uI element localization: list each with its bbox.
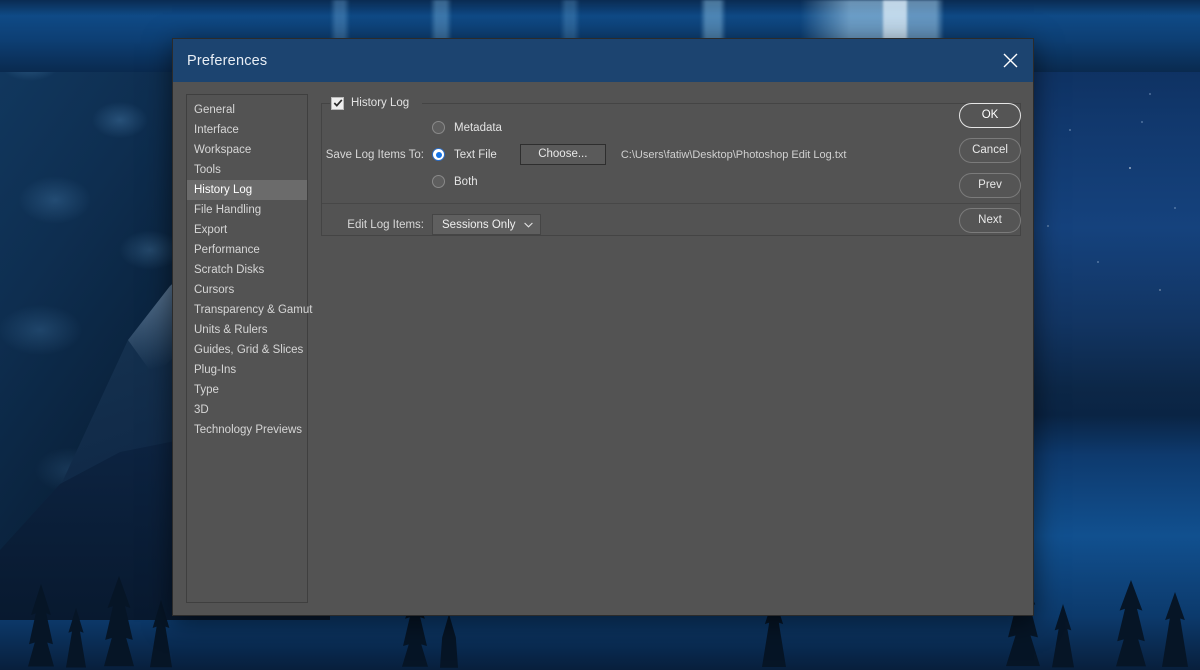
sidebar-item-export[interactable]: Export (187, 220, 307, 240)
sidebar-item-scratch-disks[interactable]: Scratch Disks (187, 260, 307, 280)
prev-button[interactable]: Prev (959, 173, 1021, 198)
dialog-button-column: OK Cancel Prev Next (959, 103, 1021, 233)
sidebar-item-file-handling[interactable]: File Handling (187, 200, 307, 220)
close-icon[interactable] (987, 39, 1033, 82)
edit-log-items-row: Edit Log Items: Sessions Only (322, 214, 541, 235)
sidebar-item-guides-grid-slices[interactable]: Guides, Grid & Slices (187, 340, 307, 360)
log-file-path: C:\Users\fatiw\Desktop\Photoshop Edit Lo… (620, 148, 847, 161)
cancel-button[interactable]: Cancel (959, 138, 1021, 163)
dialog-body: General Interface Workspace Tools Histor… (173, 82, 1033, 615)
sidebar-item-general[interactable]: General (187, 100, 307, 120)
history-log-groupbox: History Log Metadata Save Log Items To: (321, 94, 1021, 236)
sidebar-item-type[interactable]: Type (187, 380, 307, 400)
dialog-titlebar: Preferences (173, 39, 1033, 82)
settings-panel: History Log Metadata Save Log Items To: (308, 94, 1021, 603)
sidebar-item-transparency-gamut[interactable]: Transparency & Gamut (187, 300, 312, 320)
sidebar-item-tools[interactable]: Tools (187, 160, 307, 180)
choose-button[interactable]: Choose... (519, 144, 606, 165)
preferences-dialog: Preferences General Interface Workspace … (172, 38, 1034, 616)
sidebar-item-plug-ins[interactable]: Plug-Ins (187, 360, 307, 380)
chevron-down-icon (523, 222, 533, 228)
radio-row-metadata: Metadata (322, 114, 1020, 141)
save-log-items-label: Save Log Items To: (325, 148, 424, 161)
sidebar-item-workspace[interactable]: Workspace (187, 140, 307, 160)
category-list[interactable]: General Interface Workspace Tools Histor… (186, 94, 312, 603)
dialog-title: Preferences (187, 52, 268, 69)
save-log-items-group: Metadata Save Log Items To: Text File Ch… (322, 114, 1020, 195)
radio-metadata-label: Metadata (454, 121, 502, 134)
radio-row-both: Both (322, 168, 1020, 195)
edit-log-items-select[interactable]: Sessions Only (432, 214, 541, 235)
radio-both[interactable] (432, 175, 445, 188)
sidebar-item-3d[interactable]: 3D (187, 400, 307, 420)
edit-log-items-label: Edit Log Items: (347, 218, 424, 231)
ok-button[interactable]: OK (959, 103, 1021, 128)
radio-row-text-file: Save Log Items To: Text File Choose... C… (322, 141, 1020, 168)
edit-log-items-value: Sessions Only (442, 218, 516, 231)
radio-text-file-label: Text File (454, 148, 497, 161)
sidebar-item-interface[interactable]: Interface (187, 120, 307, 140)
desktop-wallpaper: Preferences General Interface Workspace … (0, 0, 1200, 670)
history-log-content: Metadata Save Log Items To: Text File Ch… (322, 103, 1020, 235)
sidebar-item-units-rulers[interactable]: Units & Rulers (187, 320, 307, 340)
sidebar-item-cursors[interactable]: Cursors (187, 280, 307, 300)
sidebar-item-history-log[interactable]: History Log (187, 180, 307, 200)
section-divider (322, 203, 1020, 204)
sidebar-item-performance[interactable]: Performance (187, 240, 307, 260)
radio-both-label: Both (454, 175, 478, 188)
next-button[interactable]: Next (959, 208, 1021, 233)
radio-metadata[interactable] (432, 121, 445, 134)
sidebar-item-technology-previews[interactable]: Technology Previews (187, 420, 307, 440)
radio-text-file[interactable] (432, 148, 445, 161)
